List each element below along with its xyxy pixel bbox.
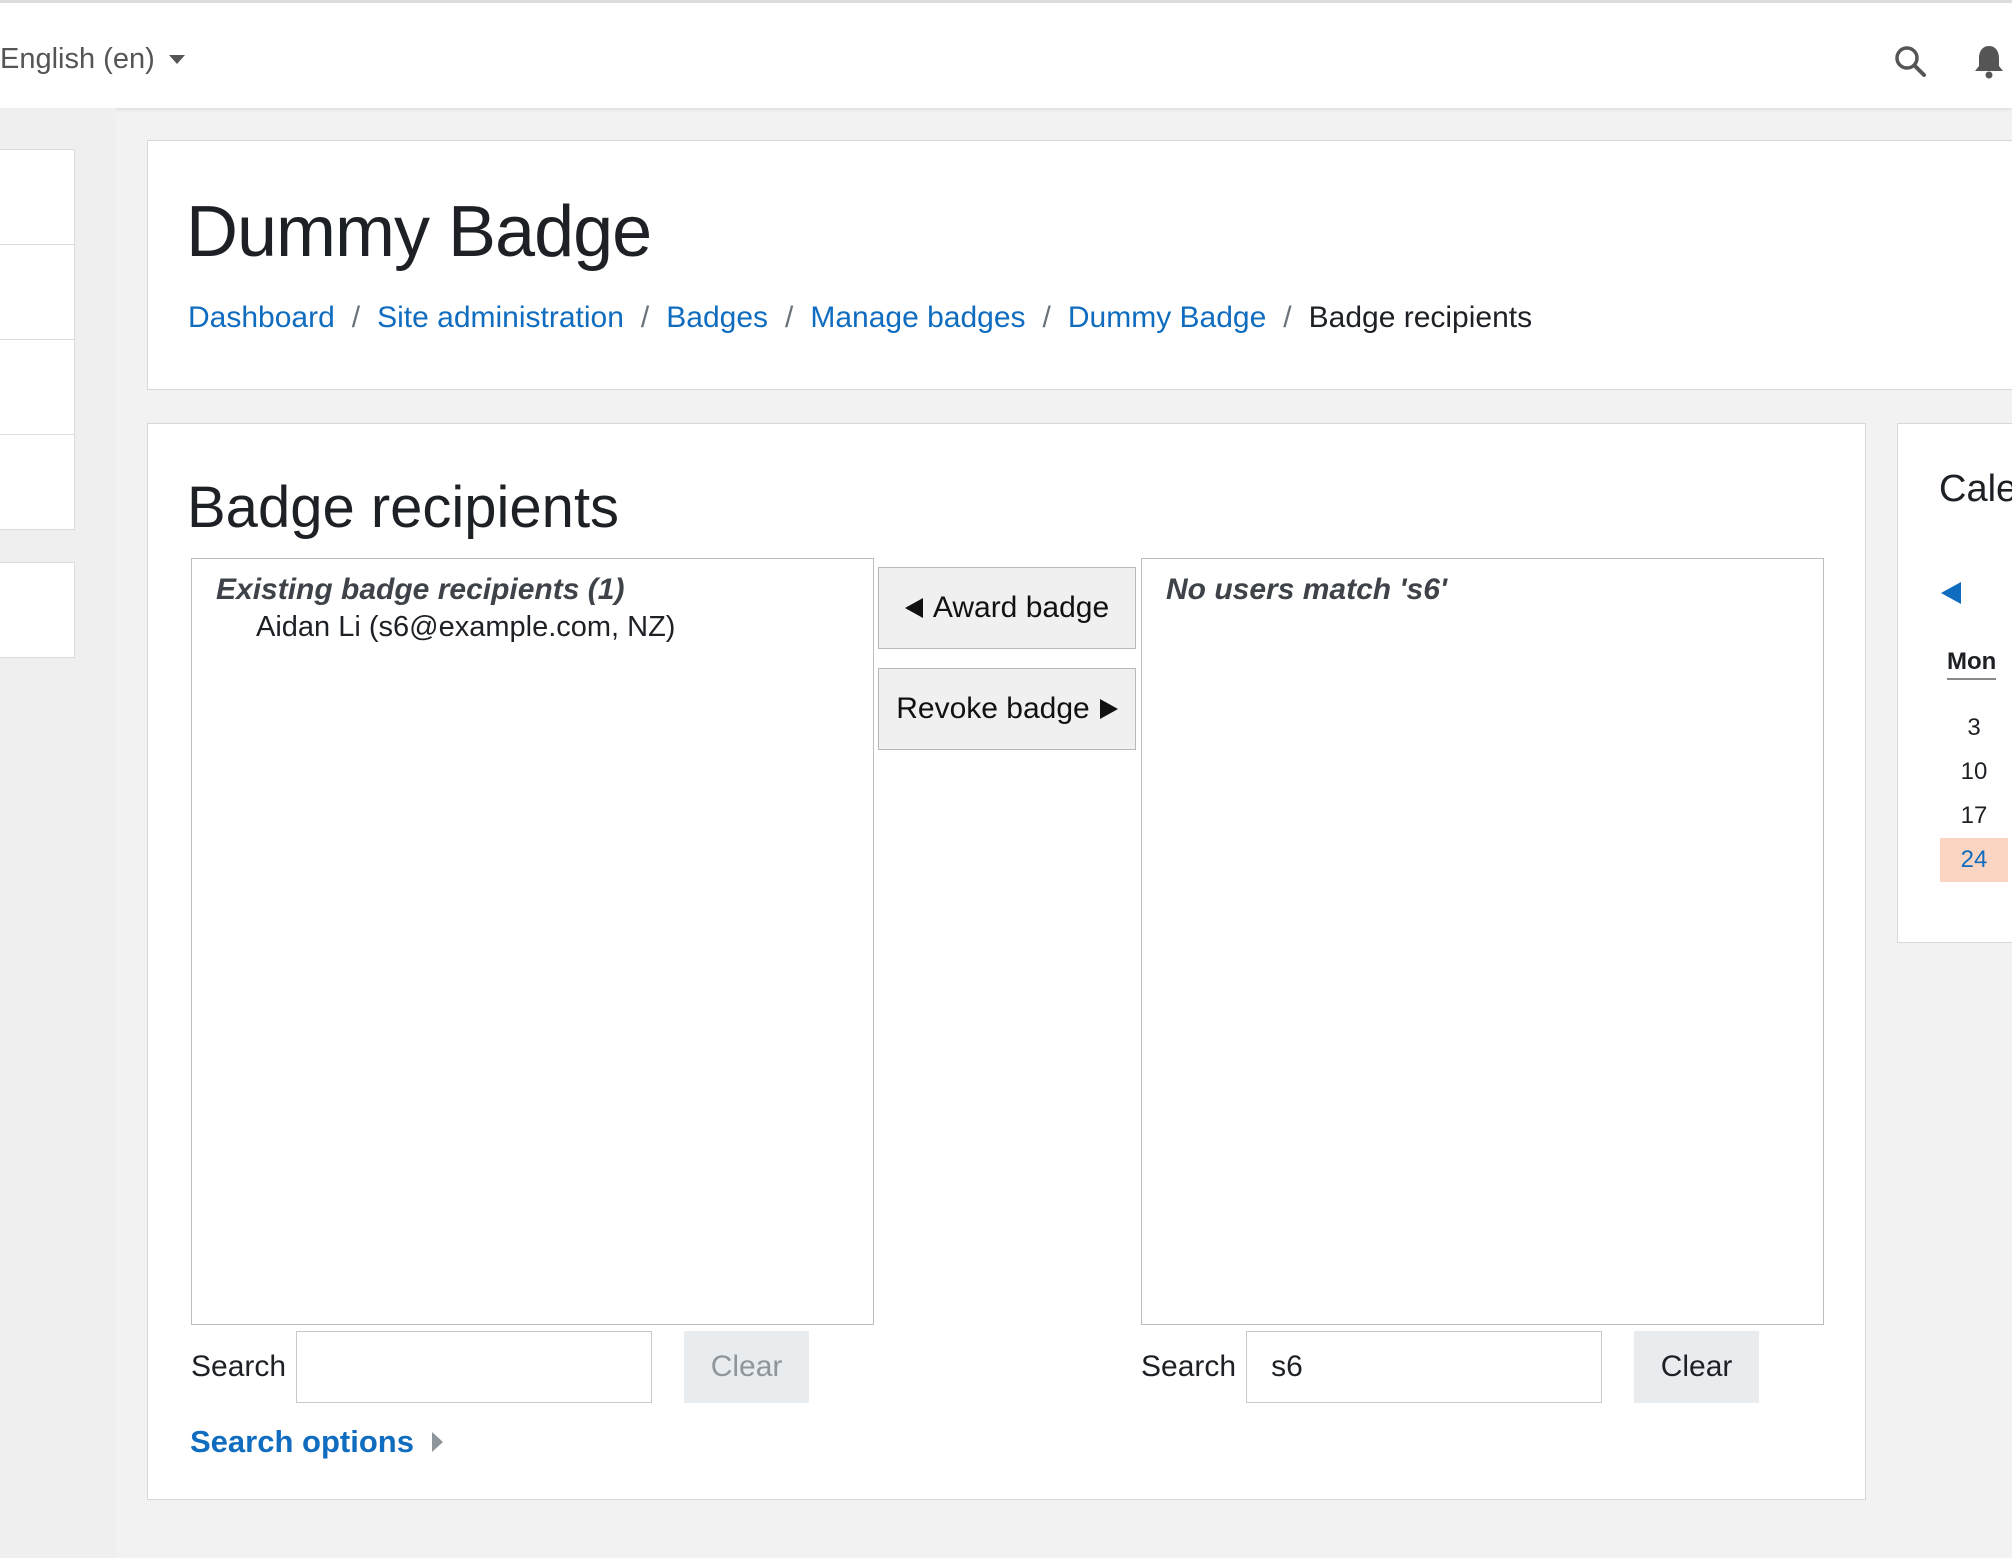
main-content: Badge recipients Existing badge recipien… (147, 423, 1866, 1500)
potential-recipients-group-label: No users match 's6' (1166, 573, 1448, 606)
search-icon[interactable] (1893, 44, 1927, 78)
drawer-item[interactable] (0, 434, 75, 530)
breadcrumb-dashboard[interactable]: Dashboard (188, 301, 335, 335)
existing-recipients-group-label: Existing badge recipients (1) (216, 573, 625, 606)
potential-recipients-list[interactable]: No users match 's6' (1141, 558, 1824, 1325)
calendar-title: Cale (1939, 468, 2012, 510)
calendar-date[interactable]: 3 (1940, 706, 2008, 750)
search-options-label: Search options (190, 1424, 414, 1459)
breadcrumb-current: Badge recipients (1308, 301, 1533, 334)
breadcrumb-separator: / (1042, 301, 1051, 334)
potential-search-row: Search Clear (1141, 1331, 1760, 1403)
breadcrumb-separator: / (351, 301, 361, 334)
previous-month-icon[interactable] (1941, 582, 1961, 604)
top-navbar: English (en) (0, 0, 2012, 108)
breadcrumb-badges[interactable]: Badges (666, 301, 768, 335)
language-menu[interactable]: English (en) (0, 43, 185, 76)
existing-clear-button[interactable]: Clear (684, 1331, 810, 1403)
existing-search-input[interactable] (296, 1331, 653, 1403)
list-item[interactable]: Aidan Li (s6@example.com, NZ) (216, 611, 849, 644)
arrow-right-icon (1099, 699, 1118, 719)
calendar-date-today[interactable]: 24 (1940, 838, 2008, 882)
breadcrumb-separator: / (785, 301, 794, 334)
award-badge-button[interactable]: Award badge (878, 567, 1136, 649)
page-header: Dummy Badge Dashboard / Site administrat… (147, 140, 2012, 390)
breadcrumb-site-administration[interactable]: Site administration (377, 301, 624, 335)
drawer-item[interactable] (0, 339, 75, 435)
breadcrumb-dummy-badge[interactable]: Dummy Badge (1068, 301, 1266, 335)
chevron-right-icon (431, 1432, 443, 1452)
calendar-date[interactable]: 10 (1940, 750, 2008, 794)
revoke-badge-label: Revoke badge (896, 692, 1090, 725)
section-title: Badge recipients (187, 475, 620, 540)
left-drawer (0, 108, 116, 1558)
language-label: English (en) (0, 43, 155, 75)
breadcrumb-manage-badges[interactable]: Manage badges (810, 301, 1025, 335)
breadcrumb-separator: / (1283, 301, 1292, 334)
chevron-down-icon (168, 55, 185, 64)
existing-search-row: Search Clear (191, 1331, 810, 1403)
calendar-block: Cale Mon 3 10 17 24 (1897, 423, 2012, 943)
drawer-item[interactable] (0, 562, 75, 658)
existing-recipients-list[interactable]: Existing badge recipients (1) Aidan Li (… (191, 558, 874, 1325)
award-badge-label: Award badge (932, 591, 1110, 624)
breadcrumb: Dashboard / Site administration / Badges… (188, 301, 1532, 335)
page-title: Dummy Badge (186, 192, 652, 272)
potential-search-label: Search (1141, 1350, 1237, 1383)
drawer-item[interactable] (0, 149, 75, 245)
bell-icon[interactable] (1972, 43, 2006, 79)
revoke-badge-button[interactable]: Revoke badge (878, 668, 1136, 750)
search-options-toggle[interactable]: Search options (190, 1424, 443, 1460)
existing-search-label: Search (191, 1350, 287, 1383)
calendar-date[interactable]: 17 (1940, 794, 2008, 838)
arrow-left-icon (904, 598, 923, 618)
breadcrumb-separator: / (640, 301, 650, 334)
drawer-item[interactable] (0, 244, 75, 340)
potential-search-input[interactable] (1246, 1331, 1603, 1403)
calendar-day-header: Mon (1947, 648, 1997, 680)
potential-clear-button[interactable]: Clear (1634, 1331, 1760, 1403)
